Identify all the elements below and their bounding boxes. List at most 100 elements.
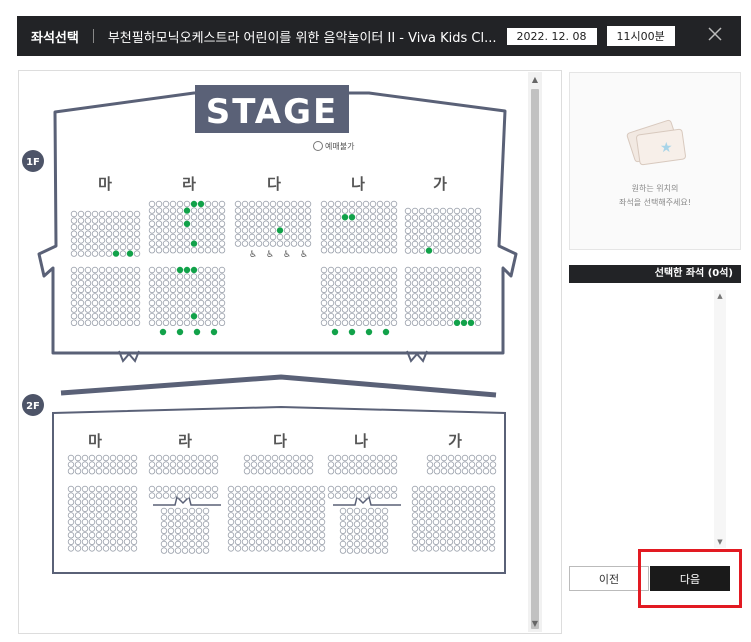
seat[interactable] (109, 485, 117, 493)
seat[interactable] (105, 237, 113, 244)
seat[interactable] (481, 492, 489, 499)
seat[interactable] (204, 233, 212, 241)
seat[interactable] (327, 319, 335, 326)
seat[interactable] (98, 293, 106, 300)
seat[interactable] (211, 233, 219, 241)
seat[interactable] (204, 279, 212, 287)
seat[interactable] (327, 468, 335, 475)
seat[interactable] (264, 468, 272, 475)
seat[interactable] (109, 461, 117, 468)
seat[interactable] (439, 234, 447, 241)
seat-map[interactable]: STAGE 예매불가 1F 2F 마 라 다 나 가 마 라 다 나 가 ♿ ♿ ♿… (18, 70, 562, 634)
seat[interactable] (218, 312, 226, 320)
seat[interactable] (269, 492, 277, 499)
seat[interactable] (474, 279, 482, 287)
scroll-thumb[interactable] (531, 89, 539, 629)
seat[interactable] (299, 454, 307, 462)
seat[interactable] (453, 293, 461, 300)
seat[interactable] (320, 319, 328, 326)
seat[interactable] (355, 240, 363, 247)
seat[interactable] (77, 237, 85, 244)
seat[interactable] (446, 532, 454, 539)
seat[interactable] (341, 468, 349, 475)
seat[interactable] (102, 545, 110, 552)
seat[interactable] (190, 468, 198, 475)
seat[interactable] (432, 532, 440, 539)
seat[interactable] (81, 454, 89, 462)
seat[interactable] (348, 299, 356, 307)
seat[interactable] (276, 485, 284, 493)
seat[interactable] (197, 312, 205, 320)
seat[interactable] (204, 207, 212, 214)
seat[interactable] (418, 319, 426, 326)
seat[interactable] (98, 243, 106, 251)
seat[interactable] (467, 207, 475, 215)
seat[interactable] (202, 534, 210, 541)
seat[interactable] (91, 279, 99, 287)
seat[interactable] (467, 279, 475, 287)
seat[interactable] (197, 492, 205, 499)
seat[interactable] (95, 532, 103, 539)
seat[interactable] (453, 286, 461, 293)
seat[interactable] (327, 240, 335, 247)
seat[interactable] (67, 454, 75, 462)
seat[interactable] (204, 213, 212, 221)
seat[interactable] (123, 454, 131, 462)
seat[interactable] (439, 266, 447, 274)
seat[interactable] (262, 538, 270, 545)
seat[interactable] (183, 240, 191, 247)
seat[interactable] (334, 200, 342, 208)
seat[interactable] (91, 217, 99, 224)
seat[interactable] (418, 306, 426, 313)
seat[interactable] (67, 538, 75, 545)
seat[interactable] (467, 512, 475, 519)
seat[interactable] (169, 273, 177, 280)
seat[interactable] (126, 299, 134, 307)
seat[interactable] (88, 512, 96, 519)
seat[interactable] (411, 286, 419, 293)
seat[interactable] (102, 518, 110, 526)
list-scroll-down-icon[interactable]: ▼ (714, 538, 726, 546)
seat[interactable] (248, 499, 256, 506)
seat[interactable] (461, 454, 469, 462)
seat[interactable] (218, 293, 226, 300)
seat[interactable] (411, 492, 419, 499)
seat[interactable] (197, 220, 205, 227)
seat[interactable] (262, 227, 270, 234)
seat[interactable] (74, 499, 82, 506)
seat[interactable] (383, 273, 391, 280)
seat[interactable] (269, 227, 277, 234)
seat[interactable] (133, 306, 141, 313)
seat[interactable] (119, 312, 127, 320)
seat[interactable] (453, 499, 461, 506)
seat[interactable] (383, 227, 391, 234)
seat[interactable] (425, 492, 433, 499)
seat[interactable] (183, 492, 191, 499)
seat[interactable] (362, 461, 370, 468)
seat[interactable] (169, 240, 177, 247)
seat[interactable] (404, 234, 412, 241)
seat[interactable] (474, 492, 482, 499)
seat[interactable] (362, 233, 370, 241)
seat[interactable] (133, 217, 141, 224)
seat[interactable] (341, 319, 349, 326)
seat[interactable] (74, 525, 82, 532)
seat[interactable] (160, 527, 168, 534)
seat[interactable] (197, 240, 205, 247)
seat[interactable] (381, 527, 389, 534)
seat[interactable] (292, 454, 300, 462)
seat[interactable] (95, 538, 103, 545)
seat[interactable] (123, 545, 131, 552)
seat[interactable] (74, 538, 82, 545)
seat[interactable] (276, 233, 284, 241)
seat[interactable] (160, 521, 168, 528)
seat-map-scrollbar[interactable]: ▲ ▼ (528, 72, 542, 632)
seat[interactable] (460, 538, 468, 545)
seat[interactable] (255, 525, 263, 532)
seat[interactable] (169, 306, 177, 313)
seat[interactable] (81, 485, 89, 493)
seat[interactable] (290, 518, 298, 526)
seat[interactable] (390, 485, 398, 493)
seat[interactable] (169, 233, 177, 241)
seat[interactable] (348, 492, 356, 499)
